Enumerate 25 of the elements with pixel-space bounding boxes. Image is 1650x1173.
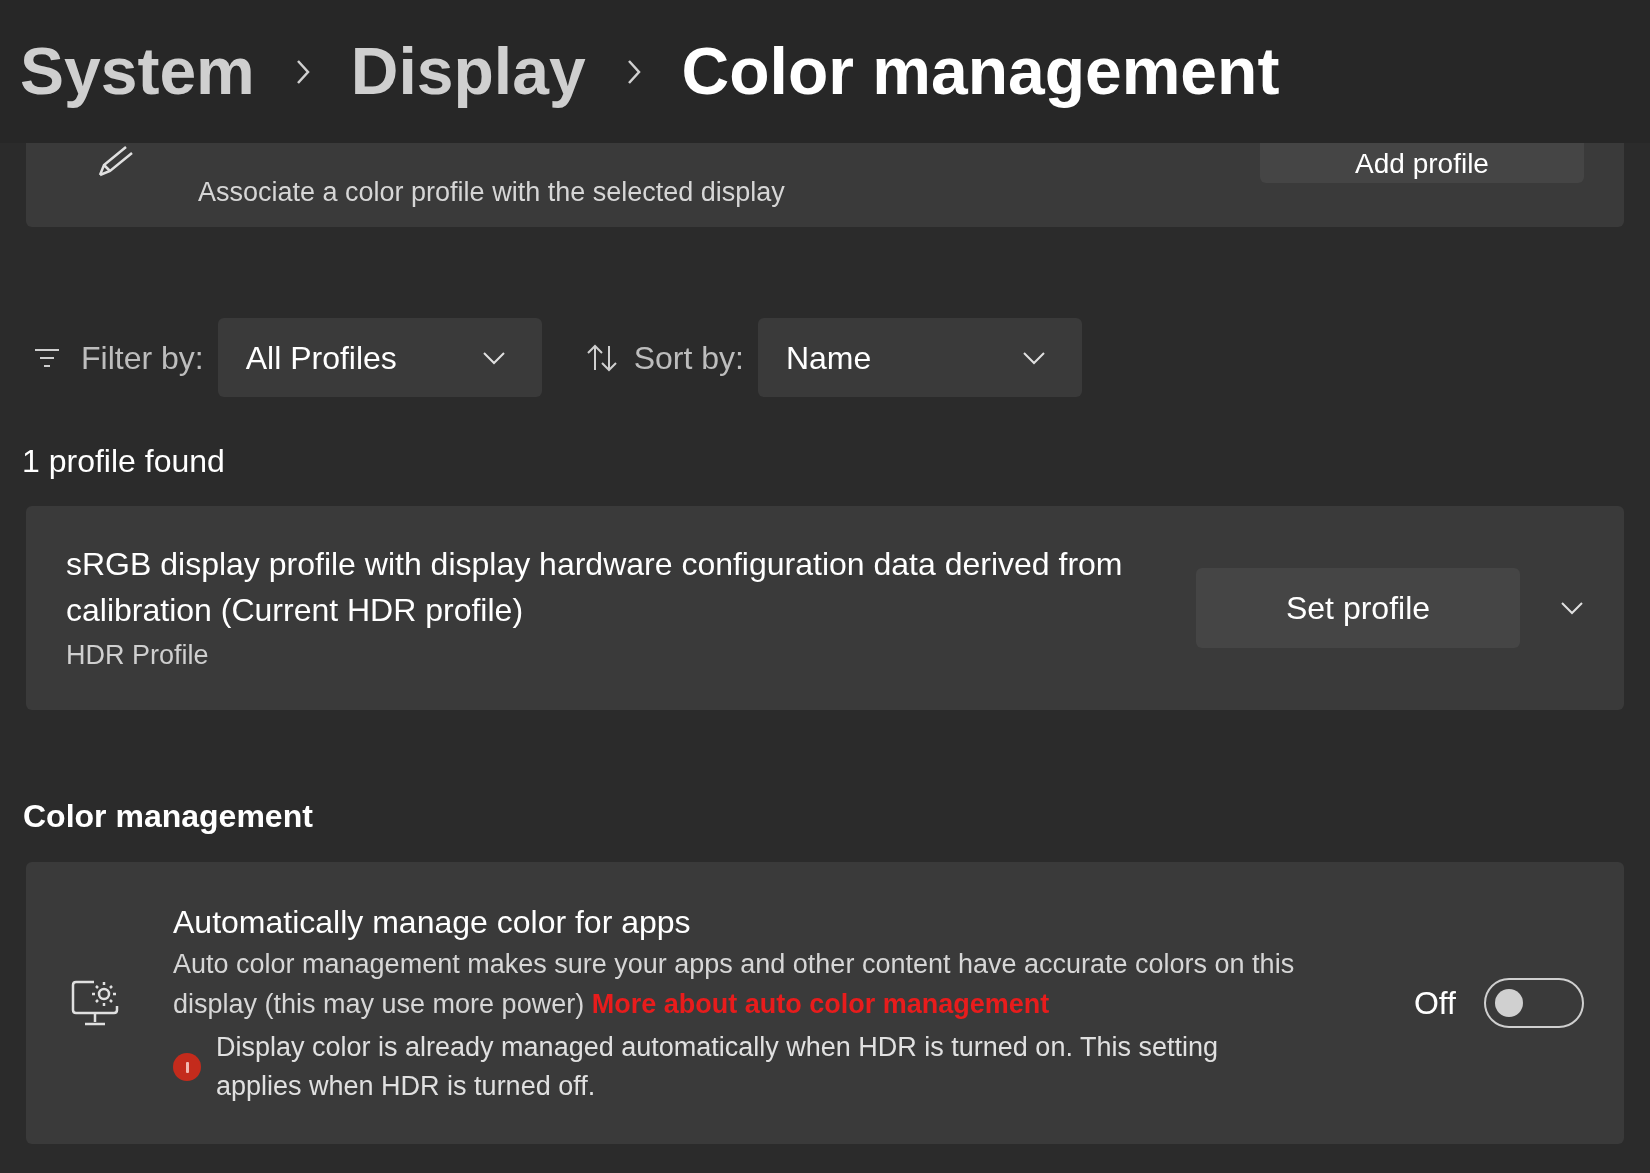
card-description: Associate a color profile with the selected display <box>198 175 786 209</box>
set-profile-button[interactable]: Set profile <box>1196 568 1520 648</box>
error-icon <box>173 1053 201 1081</box>
add-profile-button[interactable]: Add profile <box>1260 143 1584 183</box>
result-count: 1 profile found <box>22 445 226 477</box>
breadcrumb-item: Color management <box>681 33 1280 110</box>
warning-message: Display color is already managed automatically when HDR is turned on. This setting applies when HDR is turned off. <box>216 1031 1219 1103</box>
chevron-down-icon[interactable] <box>1560 601 1584 615</box>
sort-dropdown[interactable]: Name <box>757 318 1082 397</box>
breadcrumb-item[interactable]: Display <box>350 22 586 121</box>
profile-type: HDR Profile <box>66 638 210 672</box>
toggle-switch[interactable] <box>1484 978 1584 1028</box>
profile-title: sRGB display profile with display hardware configuration data derived from calibration (Current HDR profile) <box>66 544 1124 630</box>
sort-label: Sort by: <box>633 338 744 378</box>
toggle-state-label: Off <box>1413 984 1456 1023</box>
sort-icon <box>585 343 618 372</box>
setting-description: Auto color management makes sure your apps and other content have accurate colors on this display (this may use more power) More about auto color management <box>173 948 1296 1021</box>
chevron-down-icon <box>481 350 506 365</box>
filter-label: Filter by: <box>81 338 204 378</box>
breadcrumb-item[interactable]: System <box>20 22 255 121</box>
section-heading: Color management <box>23 800 314 832</box>
filter-icon <box>33 346 61 369</box>
filter-dropdown[interactable]: All Profiles <box>217 318 542 397</box>
chevron-down-icon <box>1021 350 1046 365</box>
setting-title: Automatically manage color for apps <box>173 903 692 942</box>
